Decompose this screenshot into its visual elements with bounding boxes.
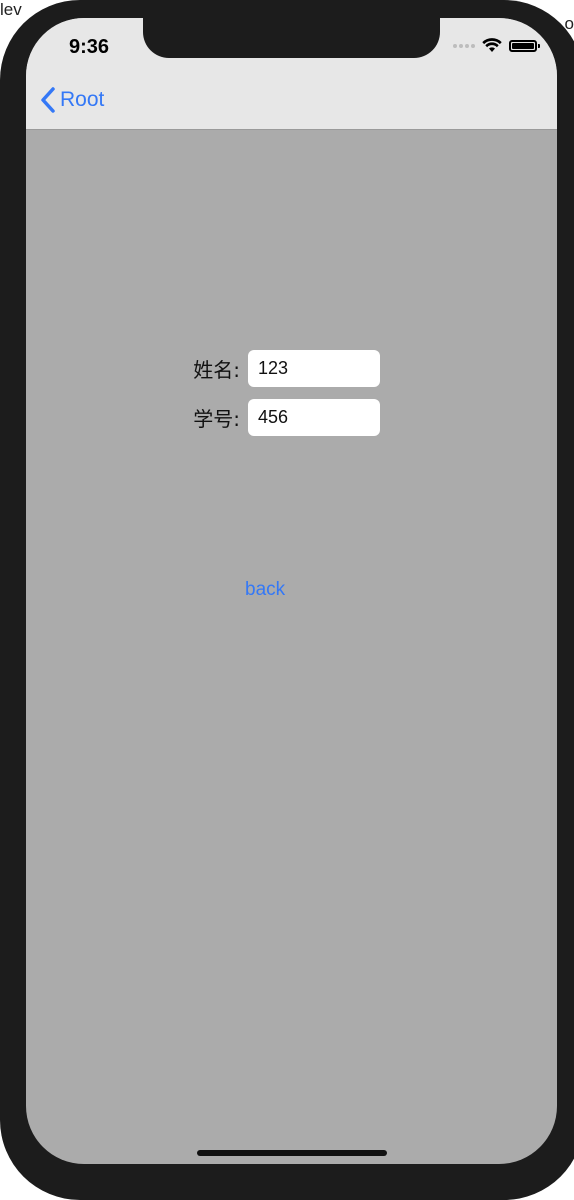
name-label: 姓名: xyxy=(193,358,240,382)
device-notch xyxy=(143,18,440,58)
device-screen: 9:36 Root 姓名: 123 学号: 456 back xyxy=(26,18,557,1164)
back-to-root-button[interactable]: Root xyxy=(40,86,104,114)
background-window-text-left: lev xyxy=(0,0,22,19)
name-input[interactable] xyxy=(248,350,380,387)
status-time: 9:36 xyxy=(69,36,110,58)
student-id-row: 学号: xyxy=(170,399,380,436)
device-frame: 9:36 Root 姓名: 123 学号: 456 back xyxy=(0,0,574,1200)
home-indicator xyxy=(197,1150,387,1156)
back-button[interactable]: back xyxy=(245,579,285,601)
chevron-left-icon xyxy=(41,87,55,113)
student-id-label: 学号: xyxy=(193,407,240,431)
status-icons xyxy=(453,38,540,53)
wifi-icon xyxy=(482,38,502,52)
student-id-input[interactable] xyxy=(248,399,380,436)
name-row: 姓名: xyxy=(170,350,380,387)
battery-icon xyxy=(509,39,540,52)
cellular-signal-icon xyxy=(453,43,475,48)
back-to-root-label: Root xyxy=(60,88,105,111)
